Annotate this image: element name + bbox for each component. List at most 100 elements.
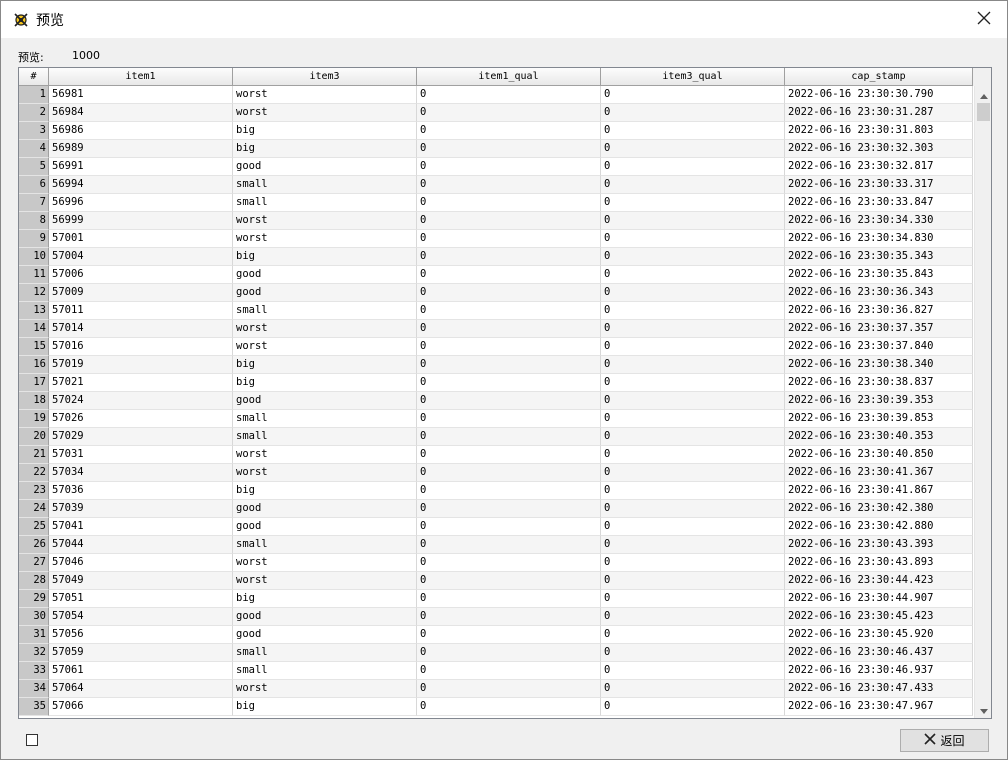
close-button[interactable] xyxy=(961,1,1007,38)
cell-item3[interactable]: small xyxy=(233,176,417,194)
cell-item1[interactable]: 57041 xyxy=(49,518,233,536)
cell-item1[interactable]: 57036 xyxy=(49,482,233,500)
table-row[interactable]: 24 57039 good 0 0 2022-06-16 23:30:42.380 xyxy=(19,500,974,518)
column-header-item3[interactable]: item3 xyxy=(233,68,417,86)
cell-cap-stamp[interactable]: 2022-06-16 23:30:30.790 xyxy=(785,86,973,104)
table-row[interactable]: 26 57044 small 0 0 2022-06-16 23:30:43.393 xyxy=(19,536,974,554)
cell-item3[interactable]: small xyxy=(233,194,417,212)
cell-item3-qual[interactable]: 0 xyxy=(601,122,785,140)
cell-item1-qual[interactable]: 0 xyxy=(417,536,601,554)
cell-cap-stamp[interactable]: 2022-06-16 23:30:46.937 xyxy=(785,662,973,680)
cell-item1[interactable]: 56999 xyxy=(49,212,233,230)
cell-item1[interactable]: 57024 xyxy=(49,392,233,410)
cell-item3-qual[interactable]: 0 xyxy=(601,230,785,248)
scroll-down-button[interactable] xyxy=(975,701,991,718)
cell-item3[interactable]: big xyxy=(233,482,417,500)
cell-item1[interactable]: 57006 xyxy=(49,266,233,284)
table-row[interactable]: 22 57034 worst 0 0 2022-06-16 23:30:41.367 xyxy=(19,464,974,482)
table-row[interactable]: 30 57054 good 0 0 2022-06-16 23:30:45.423 xyxy=(19,608,974,626)
cell-cap-stamp[interactable]: 2022-06-16 23:30:31.803 xyxy=(785,122,973,140)
cell-item3[interactable]: good xyxy=(233,608,417,626)
cell-item3-qual[interactable]: 0 xyxy=(601,320,785,338)
column-header-item3-qual[interactable]: item3_qual xyxy=(601,68,785,86)
cell-cap-stamp[interactable]: 2022-06-16 23:30:40.850 xyxy=(785,446,973,464)
cell-item1[interactable]: 57034 xyxy=(49,464,233,482)
table-row[interactable]: 17 57021 big 0 0 2022-06-16 23:30:38.837 xyxy=(19,374,974,392)
cell-cap-stamp[interactable]: 2022-06-16 23:30:42.880 xyxy=(785,518,973,536)
cell-item1[interactable]: 57044 xyxy=(49,536,233,554)
cell-item1-qual[interactable]: 0 xyxy=(417,122,601,140)
cell-item1-qual[interactable]: 0 xyxy=(417,446,601,464)
row-number[interactable]: 22 xyxy=(19,464,49,482)
row-number[interactable]: 17 xyxy=(19,374,49,392)
cell-item3[interactable]: worst xyxy=(233,446,417,464)
cell-item3[interactable]: small xyxy=(233,662,417,680)
table-row[interactable]: 18 57024 good 0 0 2022-06-16 23:30:39.353 xyxy=(19,392,974,410)
cell-item1-qual[interactable]: 0 xyxy=(417,104,601,122)
table-row[interactable]: 34 57064 worst 0 0 2022-06-16 23:30:47.433 xyxy=(19,680,974,698)
cell-item1[interactable]: 57009 xyxy=(49,284,233,302)
cell-item1[interactable]: 57029 xyxy=(49,428,233,446)
cell-item3-qual[interactable]: 0 xyxy=(601,104,785,122)
cell-cap-stamp[interactable]: 2022-06-16 23:30:45.920 xyxy=(785,626,973,644)
cell-cap-stamp[interactable]: 2022-06-16 23:30:47.433 xyxy=(785,680,973,698)
cell-item1-qual[interactable]: 0 xyxy=(417,338,601,356)
cell-item3-qual[interactable]: 0 xyxy=(601,392,785,410)
cell-item1-qual[interactable]: 0 xyxy=(417,86,601,104)
cell-cap-stamp[interactable]: 2022-06-16 23:30:36.343 xyxy=(785,284,973,302)
cell-item1-qual[interactable]: 0 xyxy=(417,698,601,716)
table-row[interactable]: 33 57061 small 0 0 2022-06-16 23:30:46.937 xyxy=(19,662,974,680)
cell-cap-stamp[interactable]: 2022-06-16 23:30:43.393 xyxy=(785,536,973,554)
cell-item3[interactable]: worst xyxy=(233,320,417,338)
row-number[interactable]: 29 xyxy=(19,590,49,608)
cell-item1-qual[interactable]: 0 xyxy=(417,248,601,266)
cell-item1[interactable]: 57046 xyxy=(49,554,233,572)
cell-item3[interactable]: worst xyxy=(233,338,417,356)
cell-item1-qual[interactable]: 0 xyxy=(417,230,601,248)
row-number[interactable]: 1 xyxy=(19,86,49,104)
cell-item3[interactable]: worst xyxy=(233,86,417,104)
cell-item3-qual[interactable]: 0 xyxy=(601,536,785,554)
cell-cap-stamp[interactable]: 2022-06-16 23:30:44.907 xyxy=(785,590,973,608)
row-number[interactable]: 8 xyxy=(19,212,49,230)
table-row[interactable]: 8 56999 worst 0 0 2022-06-16 23:30:34.330 xyxy=(19,212,974,230)
cell-item3[interactable]: big xyxy=(233,248,417,266)
cell-item1-qual[interactable]: 0 xyxy=(417,302,601,320)
table-row[interactable]: 32 57059 small 0 0 2022-06-16 23:30:46.437 xyxy=(19,644,974,662)
cell-item1-qual[interactable]: 0 xyxy=(417,590,601,608)
cell-item3-qual[interactable]: 0 xyxy=(601,590,785,608)
cell-item3[interactable]: big xyxy=(233,122,417,140)
cell-item3[interactable]: big xyxy=(233,590,417,608)
cell-item3[interactable]: big xyxy=(233,698,417,716)
cell-item1[interactable]: 57054 xyxy=(49,608,233,626)
cell-item1[interactable]: 57016 xyxy=(49,338,233,356)
cell-item1-qual[interactable]: 0 xyxy=(417,284,601,302)
return-button[interactable]: 返回 xyxy=(900,729,989,752)
cell-item1[interactable]: 57061 xyxy=(49,662,233,680)
row-number[interactable]: 28 xyxy=(19,572,49,590)
table-row[interactable]: 19 57026 small 0 0 2022-06-16 23:30:39.853 xyxy=(19,410,974,428)
cell-cap-stamp[interactable]: 2022-06-16 23:30:46.437 xyxy=(785,644,973,662)
cell-item1[interactable]: 57056 xyxy=(49,626,233,644)
cell-item3[interactable]: small xyxy=(233,428,417,446)
cell-item3[interactable]: worst xyxy=(233,572,417,590)
row-number[interactable]: 20 xyxy=(19,428,49,446)
vertical-scrollbar[interactable] xyxy=(974,86,991,718)
cell-item3-qual[interactable]: 0 xyxy=(601,266,785,284)
cell-item3[interactable]: worst xyxy=(233,104,417,122)
cell-item1[interactable]: 57064 xyxy=(49,680,233,698)
table-row[interactable]: 31 57056 good 0 0 2022-06-16 23:30:45.920 xyxy=(19,626,974,644)
row-number[interactable]: 15 xyxy=(19,338,49,356)
cell-cap-stamp[interactable]: 2022-06-16 23:30:41.367 xyxy=(785,464,973,482)
row-number[interactable]: 5 xyxy=(19,158,49,176)
cell-cap-stamp[interactable]: 2022-06-16 23:30:34.830 xyxy=(785,230,973,248)
row-number[interactable]: 31 xyxy=(19,626,49,644)
table-row[interactable]: 27 57046 worst 0 0 2022-06-16 23:30:43.893 xyxy=(19,554,974,572)
row-number[interactable]: 21 xyxy=(19,446,49,464)
row-number[interactable]: 10 xyxy=(19,248,49,266)
cell-cap-stamp[interactable]: 2022-06-16 23:30:33.317 xyxy=(785,176,973,194)
cell-item3[interactable]: good xyxy=(233,158,417,176)
cell-item1-qual[interactable]: 0 xyxy=(417,608,601,626)
table-row[interactable]: 3 56986 big 0 0 2022-06-16 23:30:31.803 xyxy=(19,122,974,140)
table-row[interactable]: 21 57031 worst 0 0 2022-06-16 23:30:40.850 xyxy=(19,446,974,464)
